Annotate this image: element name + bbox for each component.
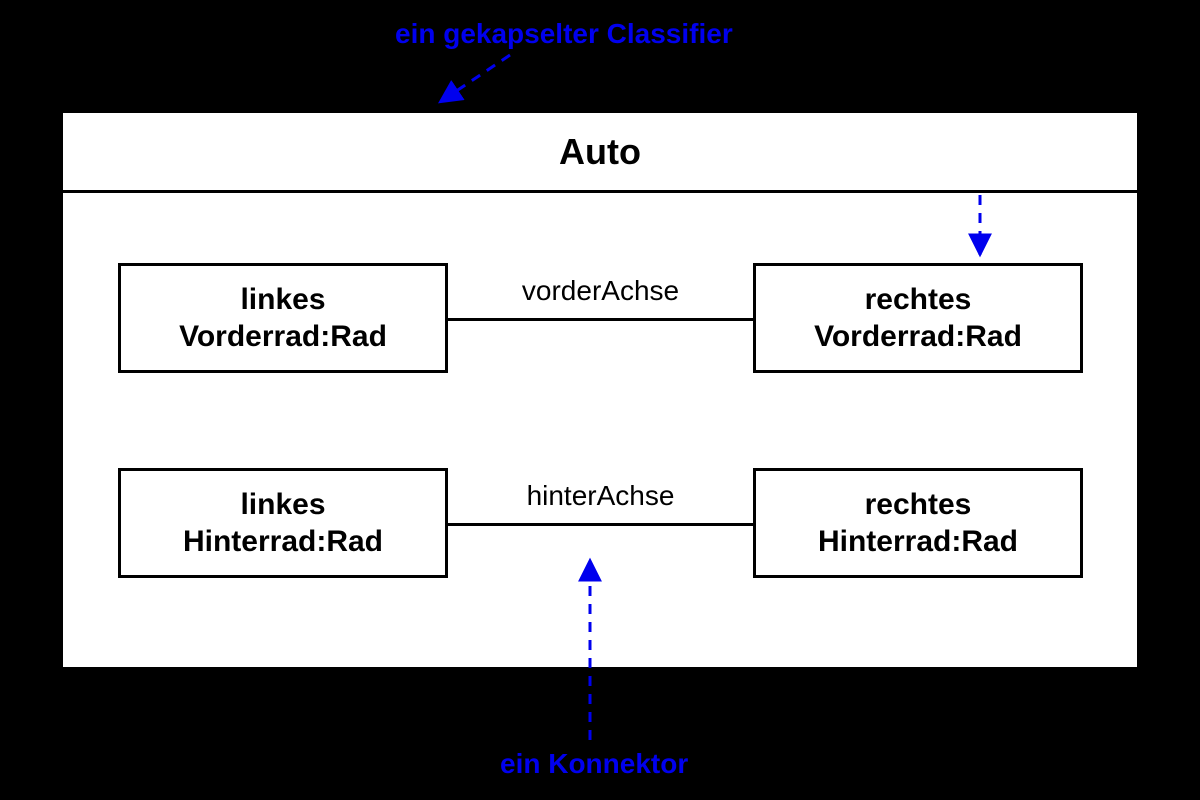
part-label-line2: Vorderrad:Rad [814,320,1022,353]
part-label-line2: Hinterrad:Rad [818,525,1018,558]
connector-front-line [448,318,753,321]
annotation-classifier: ein gekapselter Classifier [395,18,733,50]
part-label-line2: Vorderrad:Rad [179,320,387,353]
connector-rear-line [448,523,753,526]
part-label-line1: rechtes [865,488,972,521]
connector-front-label: vorderAchse [448,275,753,307]
part-rear-right: rechtes Hinterrad:Rad [753,468,1083,578]
part-label-line1: rechtes [865,283,972,316]
part-label-line2: Hinterrad:Rad [183,525,383,558]
part-rear-left: linkes Hinterrad:Rad [118,468,448,578]
classifier-title: Auto [63,113,1137,193]
part-label-line1: linkes [240,488,325,521]
part-label-line1: linkes [240,283,325,316]
classifier-box: Auto linkes Vorderrad:Rad rechtes Vorder… [60,110,1140,670]
connector-rear-label: hinterAchse [448,480,753,512]
arrow-classifier [440,55,510,102]
part-front-left: linkes Vorderrad:Rad [118,263,448,373]
part-front-right: rechtes Vorderrad:Rad [753,263,1083,373]
annotation-connector: ein Konnektor [500,748,688,780]
